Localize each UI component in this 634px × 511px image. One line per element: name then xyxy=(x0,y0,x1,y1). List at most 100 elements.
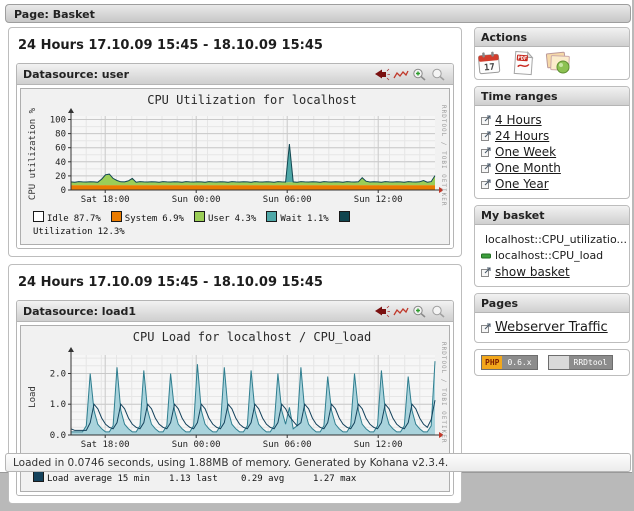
panel-header: Datasource: load1 xyxy=(17,301,453,322)
time-range-link-one-week[interactable]: One Week xyxy=(481,145,623,159)
legend-label: Idle xyxy=(47,214,69,224)
svg-text:0.0: 0.0 xyxy=(50,431,66,441)
actions-icons: 17 PDF xyxy=(475,47,629,79)
search-icon[interactable] xyxy=(431,68,447,81)
svg-text:60: 60 xyxy=(55,144,66,154)
actions-box: Actions 17 PDF xyxy=(474,27,630,80)
time-range-heading: 24 Hours 17.10.09 15:45 - 18.10.09 15:45 xyxy=(18,38,452,53)
svg-text:Sat 18:00: Sat 18:00 xyxy=(81,195,130,205)
graph-legend: Idle 87.7% System 6.9% User 4.3% Wait 1.1% Utili… xyxy=(21,210,439,241)
graph-title: CPU Load for localhost / CPU_load xyxy=(21,328,449,345)
rrdtool-watermark: RRDTOOL / TOBI OETIKER xyxy=(440,105,447,206)
legend-label: System xyxy=(125,214,158,224)
alert-icon[interactable] xyxy=(374,68,390,81)
svg-text:Sun 12:00: Sun 12:00 xyxy=(354,195,403,205)
badges-box: PHP0.6.x RRDtool xyxy=(474,349,630,376)
datasource-panel-user: Datasource: user CPU Utilization for loc… xyxy=(16,63,454,249)
legend-value: 1.1% xyxy=(307,214,329,224)
external-link-icon xyxy=(481,147,491,157)
time-range-link-one-month[interactable]: One Month xyxy=(481,161,623,175)
rrdtool-badge[interactable]: RRDtool xyxy=(548,355,614,370)
external-link-icon xyxy=(481,131,491,141)
legend-label: Wait xyxy=(280,214,302,224)
actions-title: Actions xyxy=(475,28,629,47)
svg-text:1.0: 1.0 xyxy=(50,400,66,410)
time-range-link-4-hours[interactable]: 4 Hours xyxy=(481,113,623,127)
graph-plot: 020406080100Sat 18:00Sun 00:00Sun 06:00S… xyxy=(31,108,449,210)
basket-item[interactable]: localhost::CPU_load xyxy=(481,249,623,262)
legend-row: Load average 15 min1.13 last0.29 avg1.27… xyxy=(33,471,435,486)
svg-text:Sat 18:00: Sat 18:00 xyxy=(81,440,130,450)
my-basket-title: My basket xyxy=(475,206,629,225)
time-ranges-title: Time ranges xyxy=(475,87,629,106)
panel-header: Datasource: user xyxy=(17,64,453,85)
page-title-bar: Page: Basket xyxy=(5,4,631,23)
legend-value: 87.7% xyxy=(74,214,101,224)
images-icon[interactable] xyxy=(543,49,573,77)
legend-label: Utilization xyxy=(33,227,93,237)
zoom-in-icon[interactable] xyxy=(412,68,428,81)
legend-swatch xyxy=(33,471,44,482)
cpu-utilization-graph[interactable]: CPU Utilization for localhost CPU utiliz… xyxy=(20,88,450,245)
pages-box: Pages Webserver Traffic xyxy=(474,293,630,343)
legend-swatch xyxy=(266,211,277,222)
rrdtool-watermark: RRDTOOL / TOBI OETIKER xyxy=(440,342,447,443)
my-basket-box: My basket localhost::CPU_utilizatio... l… xyxy=(474,205,630,287)
panel-body: CPU Utilization for localhost CPU utiliz… xyxy=(17,85,453,248)
zoom-in-icon[interactable] xyxy=(412,305,428,318)
calendar-icon[interactable]: 17 xyxy=(475,49,503,77)
sidebar: Actions 17 PDF Time ranges 4 Hours xyxy=(474,27,630,382)
footer-status-text: Loaded in 0.0746 seconds, using 1.88MB o… xyxy=(13,457,448,469)
svg-text:40: 40 xyxy=(55,158,66,168)
graph-item-icon xyxy=(481,253,491,259)
legend-value: 6.9% xyxy=(162,214,184,224)
datasource-label: Datasource: load1 xyxy=(23,305,136,318)
time-ranges-box: Time ranges 4 Hours 24 Hours One Week On… xyxy=(474,86,630,199)
section-card-user: 24 Hours 17.10.09 15:45 - 18.10.09 15:45… xyxy=(8,27,462,257)
pdf-icon[interactable]: PDF xyxy=(509,49,537,77)
legend-swatch xyxy=(111,211,122,222)
footer-bar: Loaded in 0.0746 seconds, using 1.88MB o… xyxy=(5,453,631,472)
php-badge[interactable]: PHP0.6.x xyxy=(481,355,538,370)
svg-text:Sun 06:00: Sun 06:00 xyxy=(263,195,312,205)
svg-text:20: 20 xyxy=(55,172,66,182)
svg-text:Sun 00:00: Sun 00:00 xyxy=(172,440,221,450)
time-range-heading: 24 Hours 17.10.09 15:45 - 18.10.09 15:45 xyxy=(18,275,452,290)
svg-text:17: 17 xyxy=(484,63,496,74)
svg-text:Sun 00:00: Sun 00:00 xyxy=(172,195,221,205)
external-link-icon xyxy=(481,267,491,277)
svg-text:Sun 12:00: Sun 12:00 xyxy=(354,440,403,450)
legend-swatch xyxy=(33,211,44,222)
svg-text:Sun 06:00: Sun 06:00 xyxy=(263,440,312,450)
svg-text:0: 0 xyxy=(61,186,66,196)
legend-label: User xyxy=(208,214,230,224)
graph-ylabel: Load xyxy=(28,347,38,447)
svg-text:80: 80 xyxy=(55,130,66,140)
legend-value: 4.3% xyxy=(235,214,257,224)
graph-plot: 0.0 1.0 2.0 Sat 18:00 Sun 00:00 Sun 06:00 Sun … xyxy=(31,345,449,455)
datasource-label: Datasource: user xyxy=(23,68,129,81)
sparkline-icon[interactable] xyxy=(393,305,409,318)
page-title: Page: Basket xyxy=(14,8,95,21)
legend-value: 12.3% xyxy=(98,227,125,237)
page-link-webserver-traffic[interactable]: Webserver Traffic xyxy=(481,320,623,335)
external-link-icon xyxy=(481,323,491,333)
app-window: Page: Basket 24 Hours 17.10.09 15:45 - 1… xyxy=(0,0,632,473)
external-link-icon xyxy=(481,179,491,189)
svg-text:2.0: 2.0 xyxy=(50,370,66,380)
graph-ylabel: CPU utilization % xyxy=(28,104,38,204)
pages-title: Pages xyxy=(475,294,629,313)
show-basket-link[interactable]: show basket xyxy=(481,265,623,279)
external-link-icon xyxy=(481,115,491,125)
svg-text:PDF: PDF xyxy=(517,55,527,62)
graph-title: CPU Utilization for localhost xyxy=(21,91,449,108)
graphs-column: 24 Hours 17.10.09 15:45 - 18.10.09 15:45… xyxy=(8,27,462,511)
basket-item[interactable]: localhost::CPU_utilizatio... xyxy=(481,233,623,246)
search-icon[interactable] xyxy=(431,305,447,318)
external-link-icon xyxy=(481,163,491,173)
time-range-link-24-hours[interactable]: 24 Hours xyxy=(481,129,623,143)
time-range-link-one-year[interactable]: One Year xyxy=(481,177,623,191)
alert-icon[interactable] xyxy=(374,305,390,318)
legend-swatch xyxy=(339,211,350,222)
sparkline-icon[interactable] xyxy=(393,68,409,81)
